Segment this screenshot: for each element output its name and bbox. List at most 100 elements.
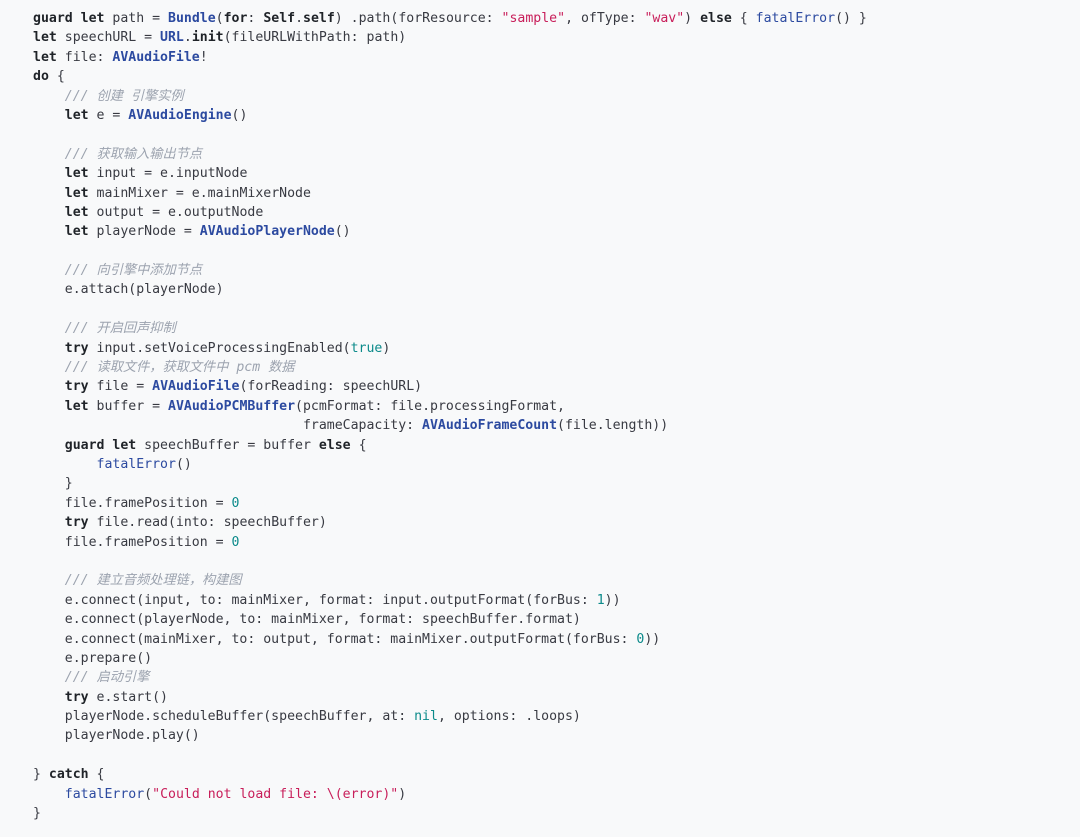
- code-line: /// 向引擎中添加节点: [33, 261, 1080, 280]
- code-token: mainMixer = e.mainMixerNode: [88, 185, 311, 201]
- code-token: speechBuffer = buffer: [136, 437, 319, 453]
- code-token: AVAudioEngine: [128, 107, 232, 123]
- code-token: ): [398, 786, 407, 802]
- code-token: e.prepare(): [33, 650, 153, 666]
- code-token: !: [199, 49, 208, 65]
- code-line: guard let speechBuffer = buffer else {: [33, 436, 1080, 455]
- code-token: fatalError: [96, 456, 176, 472]
- code-token: }: [33, 767, 49, 783]
- code-token: nil: [414, 709, 438, 725]
- code-token: do: [33, 69, 49, 85]
- code-token: /// 开启回声抑制: [64, 321, 176, 337]
- code-line: try file.read(into: speechBuffer): [33, 513, 1080, 532]
- code-token: (: [144, 786, 153, 802]
- code-token: e =: [88, 107, 129, 123]
- code-token: (: [215, 11, 224, 26]
- code-token: URL: [160, 30, 184, 46]
- code-token: input = e.inputNode: [88, 166, 248, 182]
- code-token: () }: [835, 11, 867, 26]
- code-line: e.attach(playerNode): [33, 280, 1080, 299]
- code-token: try: [64, 379, 89, 395]
- code-line: /// 获取输入输出节点: [33, 145, 1080, 164]
- code-line: /// 创建 引擎实例: [33, 87, 1080, 106]
- code-token: /// 向引擎中添加节点: [64, 263, 203, 279]
- code-line: try file = AVAudioFile(forReading: speec…: [33, 377, 1080, 396]
- code-line: let file: AVAudioFile!: [33, 48, 1080, 67]
- code-token: self: [303, 11, 335, 26]
- code-token: (fileURLWithPath: path): [223, 30, 407, 46]
- code-line: try e.start(): [33, 688, 1080, 707]
- code-line: }: [33, 474, 1080, 493]
- code-token: let: [64, 224, 89, 240]
- code-token: try: [64, 689, 89, 705]
- code-token: catch: [48, 767, 89, 783]
- code-token: {: [88, 767, 105, 783]
- code-line: e.connect(playerNode, to: mainMixer, for…: [33, 610, 1080, 629]
- code-token: frameCapacity:: [33, 418, 423, 434]
- code-token: try: [64, 340, 89, 356]
- code-token: "sample": [501, 11, 566, 26]
- code-token: else: [318, 437, 351, 453]
- code-token: let: [64, 204, 89, 220]
- code-line: let playerNode = AVAudioPlayerNode(): [33, 222, 1080, 241]
- code-line: file.framePosition = 0: [33, 533, 1080, 552]
- code-line: e.connect(input, to: mainMixer, format: …: [33, 591, 1080, 610]
- code-token: e.connect(mainMixer, to: output, format:…: [33, 631, 637, 647]
- code-token: }: [33, 806, 41, 822]
- code-line: guard let path = Bundle(for: Self.self) …: [33, 9, 1080, 28]
- code-line: e.prepare(): [33, 649, 1080, 668]
- code-token: 0: [231, 495, 240, 511]
- code-token: e.start(): [88, 689, 168, 705]
- code-token: fatalError: [64, 786, 145, 802]
- code-token: AVAudioFile: [112, 49, 200, 65]
- code-token: file =: [88, 379, 153, 395]
- code-token: /// 建立音频处理链，构建图: [64, 573, 242, 589]
- code-token: (): [175, 456, 192, 472]
- code-token: AVAudioFile: [152, 379, 240, 395]
- code-token: AVAudioPlayerNode: [199, 224, 335, 240]
- code-line: frameCapacity: AVAudioFrameCount(file.le…: [33, 416, 1080, 435]
- code-token: (): [334, 224, 351, 240]
- code-line: try input.setVoiceProcessingEnabled(true…: [33, 339, 1080, 358]
- code-token: path =: [104, 11, 168, 26]
- code-token: file.read(into: speechBuffer): [88, 515, 327, 531]
- code-token: let: [64, 398, 89, 414]
- code-token: file:: [56, 49, 113, 65]
- code-token: e.attach(playerNode): [33, 282, 224, 298]
- code-token: playerNode =: [88, 224, 200, 240]
- code-token: ) .path(forResource:: [334, 11, 502, 26]
- code-token: , ofType:: [565, 11, 645, 26]
- code-token: (): [231, 107, 248, 123]
- code-token: e.connect(playerNode, to: mainMixer, for…: [33, 612, 581, 628]
- code-line: file.framePosition = 0: [33, 494, 1080, 513]
- code-token: playerNode.scheduleBuffer(speechBuffer, …: [33, 709, 415, 725]
- code-line: /// 开启回声抑制: [33, 319, 1080, 338]
- code-token: input.setVoiceProcessingEnabled(: [88, 340, 351, 356]
- code-token: /// 读取文件，获取文件中 pcm 数据: [64, 360, 295, 376]
- code-token: /// 获取输入输出节点: [64, 146, 203, 162]
- code-line: /// 启动引擎: [33, 668, 1080, 687]
- code-token: AVAudioFrameCount: [422, 418, 558, 434]
- code-token: :: [247, 11, 264, 26]
- code-token: , options: .loops): [437, 709, 581, 725]
- code-token: let: [64, 166, 89, 182]
- code-line: }: [33, 804, 1080, 823]
- code-token: init: [191, 30, 224, 46]
- code-block: guard let path = Bundle(for: Self.self) …: [0, 0, 1080, 837]
- code-token: file.framePosition =: [33, 534, 232, 550]
- code-token: for: [223, 11, 248, 26]
- code-token: fatalError: [755, 11, 836, 26]
